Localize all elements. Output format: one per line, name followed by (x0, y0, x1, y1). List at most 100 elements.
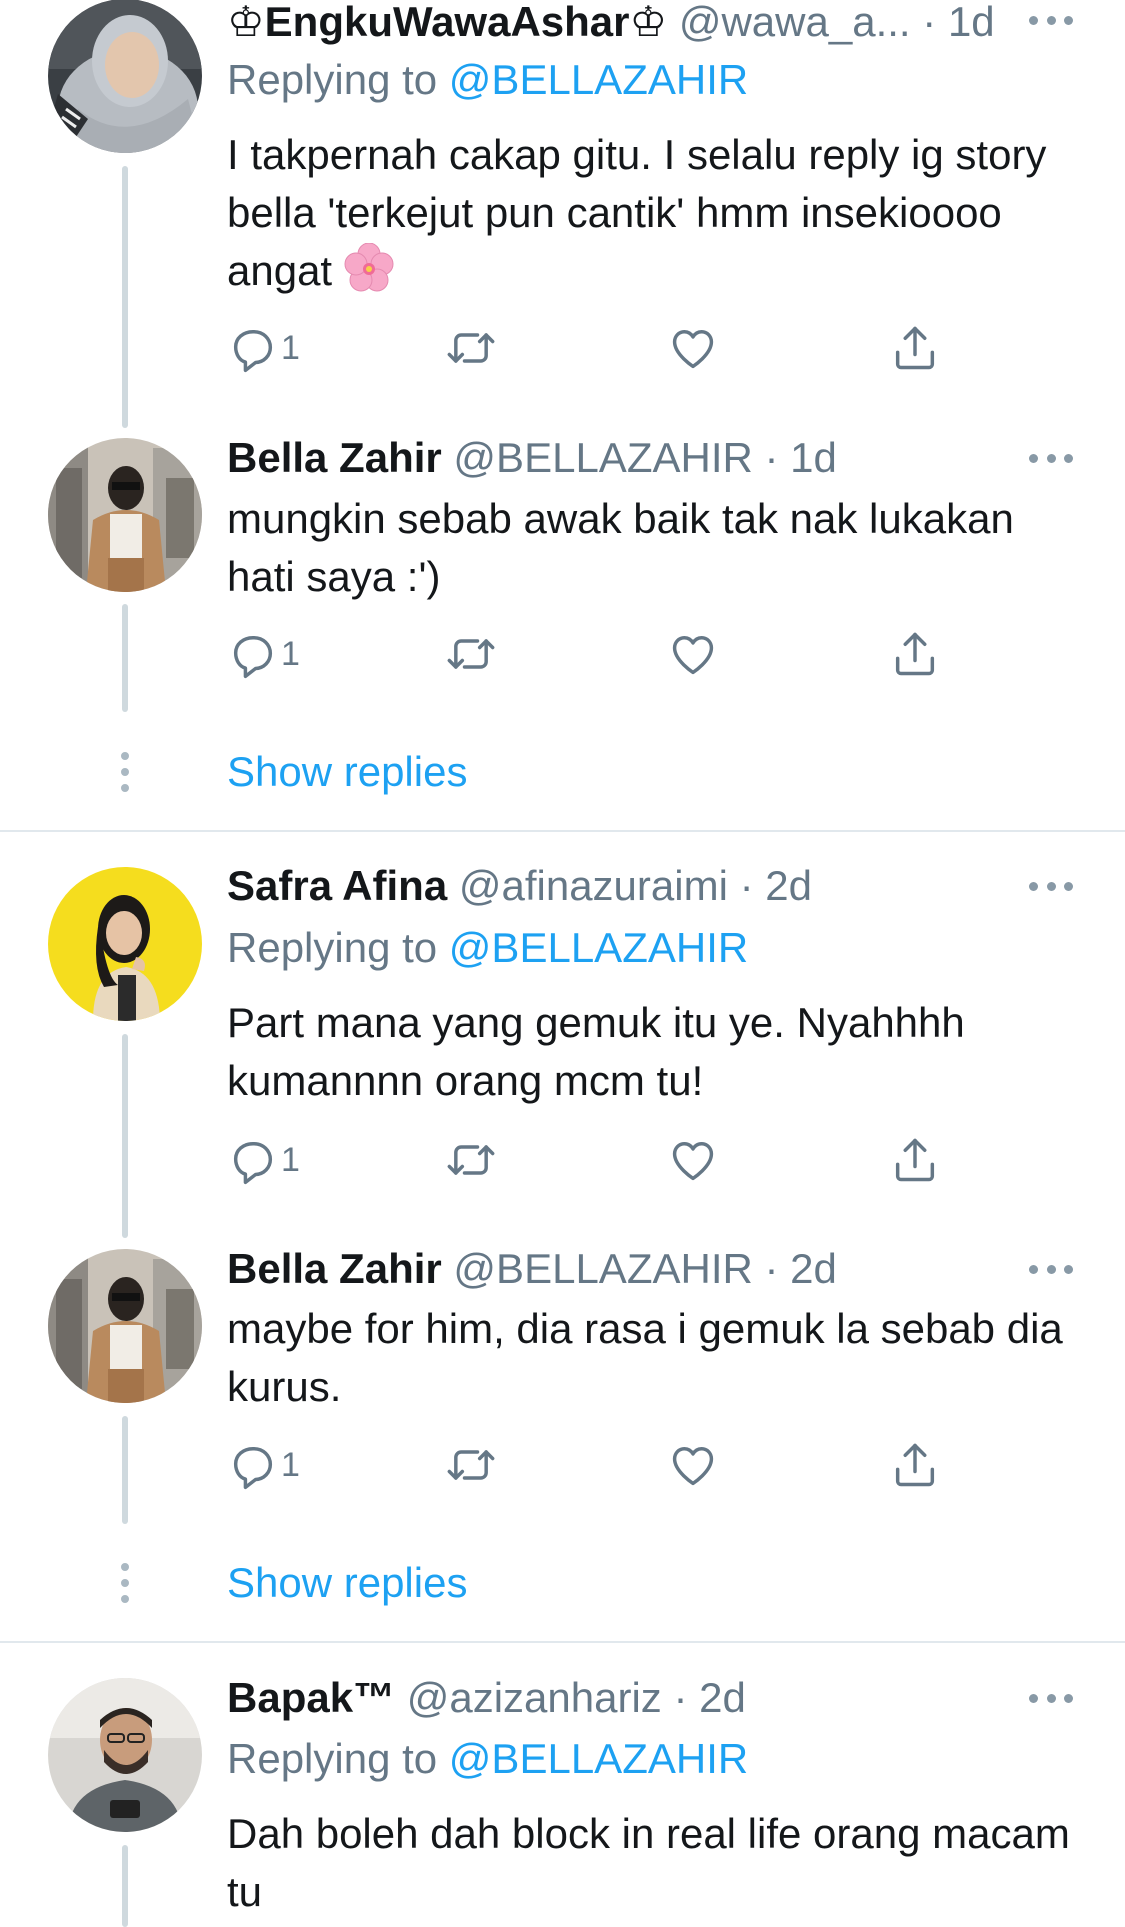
more-replies-dots (118, 1563, 132, 1603)
reply-count: 1 (281, 328, 300, 367)
more-icon[interactable] (1029, 876, 1073, 896)
tweet-header: Bella Zahir @BELLAZAHIR · 1d (227, 430, 1125, 486)
more-icon[interactable] (1029, 1259, 1073, 1279)
tweet-text: Part mana yang gemuk itu ye. Nyahhhh kum… (227, 994, 1087, 1110)
tweet-text: mungkin sebab awak baik tak nak lukakan … (227, 490, 1087, 606)
share-icon (889, 322, 941, 374)
retweet-icon (445, 628, 497, 680)
more-icon[interactable] (1029, 1688, 1073, 1708)
like-button[interactable] (667, 320, 719, 376)
separator-dot: · (673, 1674, 688, 1721)
cherry-blossom-icon (344, 242, 394, 293)
replying-to-label: Replying to (227, 924, 438, 971)
retweet-button[interactable] (445, 626, 497, 682)
more-icon[interactable] (1029, 448, 1073, 468)
share-button[interactable] (889, 626, 941, 682)
reply-icon (227, 628, 279, 680)
avatar[interactable] (48, 867, 202, 1021)
user-handle[interactable]: @azizanhariz (407, 1674, 662, 1721)
like-button[interactable] (667, 1132, 719, 1188)
share-button[interactable] (889, 1132, 941, 1188)
mention-link[interactable]: @BELLAZAHIR (449, 1735, 748, 1782)
replying-to: Replying to @BELLAZAHIR (227, 1731, 748, 1787)
retweet-icon (445, 1439, 497, 1491)
reply-count: 1 (281, 1445, 300, 1484)
separator-dot: · (739, 862, 754, 909)
replying-to-label: Replying to (227, 1735, 438, 1782)
display-name[interactable]: Bapak™ (227, 1674, 395, 1721)
display-name[interactable]: ♔EngkuWawaAshar♔ (227, 0, 667, 45)
tweet-text-content: Dah boleh dah block in real life orang m… (227, 1810, 1070, 1915)
timestamp[interactable]: 1d (790, 434, 837, 481)
avatar[interactable] (48, 1249, 202, 1403)
reply-button[interactable]: 1 (227, 1132, 300, 1188)
user-handle[interactable]: @BELLAZAHIR (453, 1245, 752, 1292)
tweet-actions: 1 (227, 626, 987, 682)
tweet-text-content: maybe for him, dia rasa i gemuk la sebab… (227, 1305, 1063, 1410)
tweet-header: Safra Afina @afinazuraimi · 2d (227, 858, 1125, 914)
like-icon (667, 322, 719, 374)
like-icon (667, 1134, 719, 1186)
tweet-actions: 1 (227, 1437, 987, 1493)
thread-line (122, 604, 128, 712)
share-icon (889, 1439, 941, 1491)
like-button[interactable] (667, 1437, 719, 1493)
thread-line (122, 1416, 128, 1524)
avatar[interactable] (48, 438, 202, 592)
tweet-actions: 1 (227, 320, 987, 376)
timestamp[interactable]: 2d (699, 1674, 746, 1721)
display-name[interactable]: Bella Zahir (227, 434, 442, 481)
like-button[interactable] (667, 626, 719, 682)
reply-count: 1 (281, 634, 300, 673)
reply-count: 1 (281, 1140, 300, 1179)
reply-icon (227, 1134, 279, 1186)
retweet-icon (445, 322, 497, 374)
mention-link[interactable]: @BELLAZAHIR (449, 924, 748, 971)
reply-button[interactable]: 1 (227, 1437, 300, 1493)
mention-link[interactable]: @BELLAZAHIR (449, 56, 748, 103)
display-name[interactable]: Safra Afina (227, 862, 447, 909)
thread-line (122, 166, 128, 428)
tweet-text-content: mungkin sebab awak baik tak nak lukakan … (227, 495, 1014, 600)
avatar[interactable] (48, 0, 202, 153)
display-name[interactable]: Bella Zahir (227, 1245, 442, 1292)
divider (0, 1641, 1125, 1643)
avatar[interactable] (48, 1678, 202, 1832)
show-replies-link[interactable]: Show replies (227, 744, 467, 800)
tweet-text: Dah boleh dah block in real life orang m… (227, 1805, 1087, 1921)
user-handle[interactable]: @BELLAZAHIR (453, 434, 752, 481)
separator-dot: · (764, 434, 779, 481)
more-icon[interactable] (1029, 10, 1073, 30)
tweet-header: Bapak™ @azizanhariz · 2d (227, 1670, 1125, 1726)
retweet-button[interactable] (445, 320, 497, 376)
timestamp[interactable]: 1d (948, 0, 995, 45)
replying-to: Replying to @BELLAZAHIR (227, 920, 748, 976)
retweet-icon (445, 1134, 497, 1186)
timestamp[interactable]: 2d (790, 1245, 837, 1292)
reply-icon (227, 322, 279, 374)
reply-icon (227, 1439, 279, 1491)
more-replies-dots (118, 752, 132, 792)
share-button[interactable] (889, 320, 941, 376)
show-replies-link[interactable]: Show replies (227, 1555, 467, 1611)
separator-dot: · (764, 1245, 779, 1292)
like-icon (667, 628, 719, 680)
reply-button[interactable]: 1 (227, 320, 300, 376)
tweet-text: maybe for him, dia rasa i gemuk la sebab… (227, 1300, 1087, 1416)
reply-button[interactable]: 1 (227, 626, 300, 682)
retweet-button[interactable] (445, 1132, 497, 1188)
divider (0, 830, 1125, 832)
thread-line (122, 1845, 128, 1927)
user-handle[interactable]: @afinazuraimi (459, 862, 728, 909)
user-handle[interactable]: @wawa_a... (679, 0, 911, 45)
timestamp[interactable]: 2d (765, 862, 812, 909)
retweet-button[interactable] (445, 1437, 497, 1493)
share-icon (889, 1134, 941, 1186)
replying-to: Replying to @BELLAZAHIR (227, 52, 748, 108)
like-icon (667, 1439, 719, 1491)
tweet-actions: 1 (227, 1132, 987, 1188)
replying-to-label: Replying to (227, 56, 438, 103)
tweet-text-content: Part mana yang gemuk itu ye. Nyahhhh kum… (227, 999, 965, 1104)
share-button[interactable] (889, 1437, 941, 1493)
tweet-header: ♔EngkuWawaAshar♔ @wawa_a... · 1d (227, 0, 1125, 50)
